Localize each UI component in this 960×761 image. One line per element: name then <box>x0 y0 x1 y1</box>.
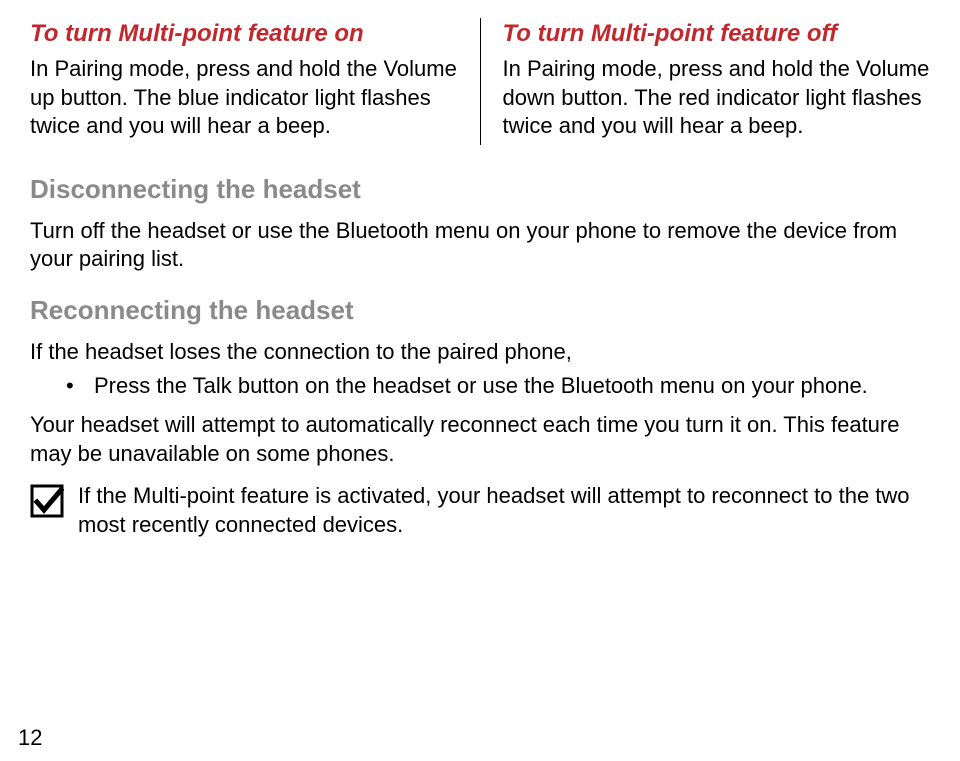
multipoint-on-heading: To turn Multi-point feature on <box>30 18 458 49</box>
multipoint-columns: To turn Multi-point feature on In Pairin… <box>30 18 930 145</box>
reconnect-heading: Reconnecting the headset <box>30 294 930 328</box>
page-number: 12 <box>18 724 42 753</box>
disconnect-heading: Disconnecting the headset <box>30 173 930 207</box>
multipoint-off-column: To turn Multi-point feature off In Pairi… <box>481 18 931 145</box>
reconnect-bullet-item: Press the Talk button on the headset or … <box>66 372 930 401</box>
disconnect-body: Turn off the headset or use the Bluetoot… <box>30 217 930 274</box>
multipoint-on-body: In Pairing mode, press and hold the Volu… <box>30 55 458 141</box>
reconnect-after: Your headset will attempt to automatical… <box>30 411 930 468</box>
reconnect-bullet-list: Press the Talk button on the headset or … <box>30 372 930 401</box>
multipoint-on-column: To turn Multi-point feature on In Pairin… <box>30 18 481 145</box>
reconnect-intro: If the headset loses the connection to t… <box>30 338 930 367</box>
note-row: If the Multi-point feature is activated,… <box>30 482 930 543</box>
multipoint-off-body: In Pairing mode, press and hold the Volu… <box>503 55 931 141</box>
checkmark-box-icon <box>30 484 64 518</box>
multipoint-off-heading: To turn Multi-point feature off <box>503 18 931 49</box>
note-text: If the Multi-point feature is activated,… <box>78 482 930 539</box>
